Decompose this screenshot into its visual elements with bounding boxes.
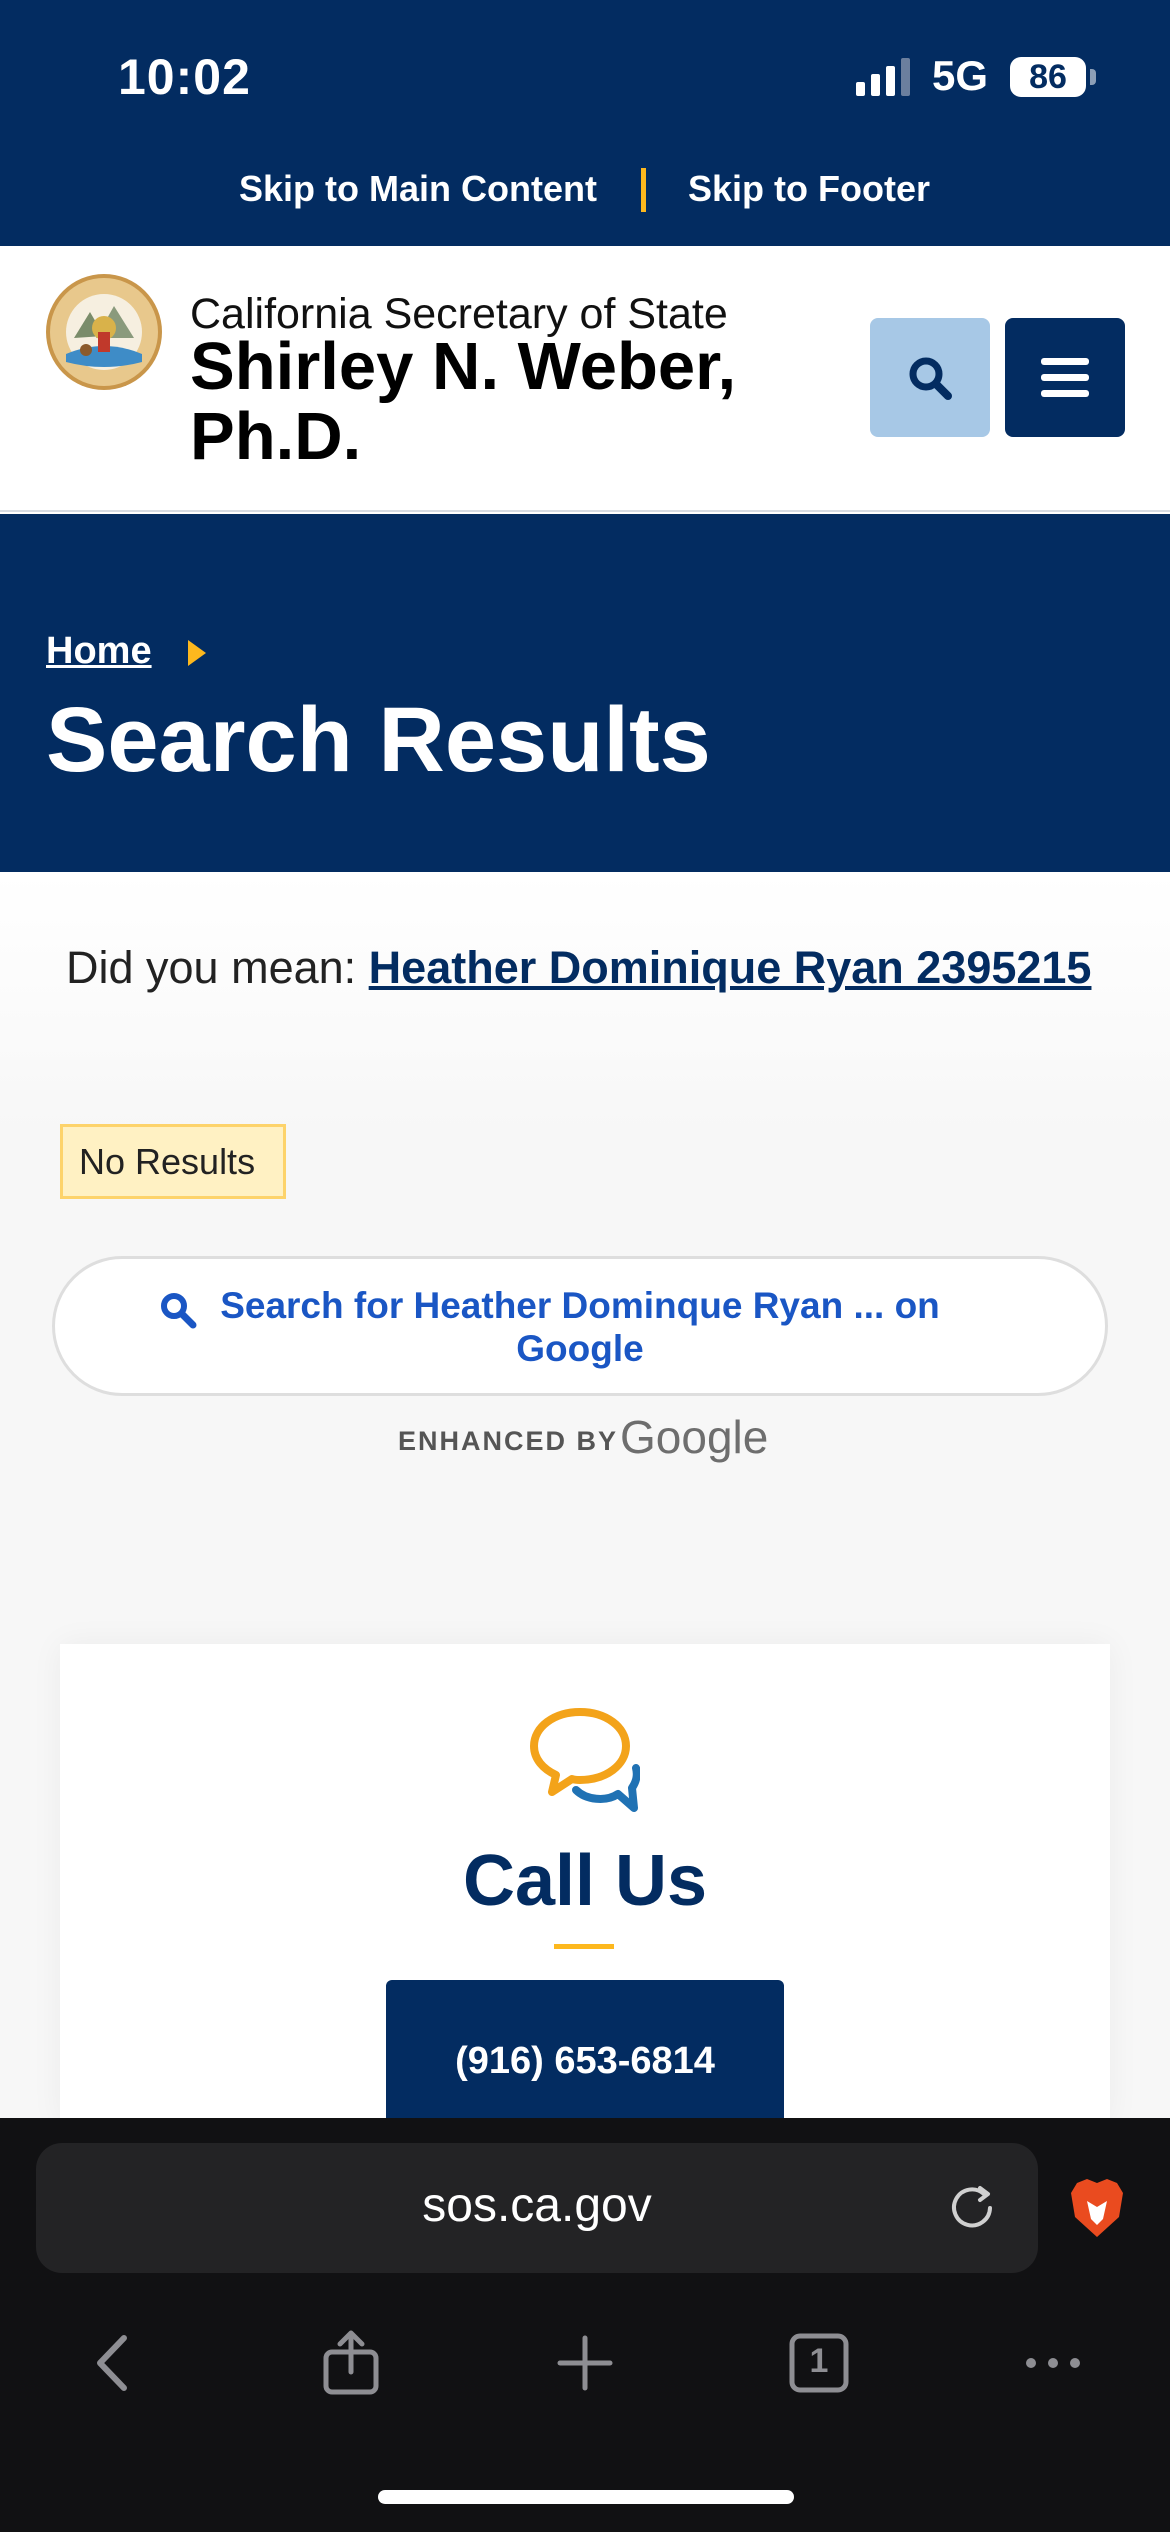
tabs-count-icon[interactable]: 1 — [784, 2328, 854, 2398]
tabs-count: 1 — [809, 2342, 829, 2380]
battery-level: 86 — [1010, 57, 1086, 97]
enhanced-by-label: ENHANCED BY — [398, 1426, 619, 1456]
google-search-button-label[interactable]: Search for Heather Dominque Ryan ... on … — [200, 1284, 960, 1370]
plus-icon[interactable] — [550, 2328, 620, 2398]
enhanced-by-google: ENHANCED BY Google — [398, 1410, 778, 1466]
skip-to-footer-link[interactable]: Skip to Footer — [688, 168, 930, 210]
skip-to-main-link[interactable]: Skip to Main Content — [239, 168, 597, 210]
call-us-underline — [554, 1944, 614, 1949]
header-search-button[interactable] — [870, 318, 990, 437]
breadcrumb-arrow-icon — [188, 640, 206, 666]
breadcrumb-home-link[interactable]: Home — [46, 630, 152, 673]
phone-number-button[interactable]: (916) 653-6814 — [386, 1980, 784, 2118]
no-results-badge: No Results — [60, 1124, 286, 1199]
network-type: 5G — [932, 52, 989, 99]
did-you-mean-link[interactable]: Heather Dominique Ryan 2395215 — [369, 942, 1092, 993]
hamburger-menu-icon — [1041, 357, 1089, 397]
cellular-signal-icon — [856, 58, 910, 96]
skip-links-divider — [641, 168, 646, 212]
status-time: 10:02 — [118, 49, 251, 105]
share-icon[interactable] — [316, 2328, 386, 2398]
search-icon — [909, 357, 952, 400]
home-indicator[interactable] — [378, 2490, 794, 2504]
search-icon — [161, 1293, 197, 1329]
brave-lion-icon[interactable] — [1069, 2177, 1125, 2239]
did-you-mean: Did you mean: Heather Dominique Ryan 239… — [66, 944, 1106, 992]
state-seal-logo[interactable] — [44, 272, 164, 392]
reload-icon[interactable] — [944, 2180, 1000, 2236]
battery-tip — [1090, 69, 1096, 85]
header-menu-button[interactable] — [1005, 318, 1125, 437]
official-name[interactable]: Shirley N. Weber, Ph.D. — [190, 332, 830, 472]
did-you-mean-prefix: Did you mean: — [66, 942, 357, 993]
page-title: Search Results — [46, 689, 711, 791]
more-dots-icon[interactable] — [1018, 2328, 1088, 2398]
address-bar-url[interactable]: sos.ca.gov — [36, 2178, 1038, 2233]
back-chevron-icon[interactable] — [80, 2328, 150, 2398]
google-wordmark: Google — [620, 1411, 769, 1463]
call-us-title: Call Us — [462, 1841, 708, 1921]
chat-bubbles-icon — [530, 1708, 640, 1812]
